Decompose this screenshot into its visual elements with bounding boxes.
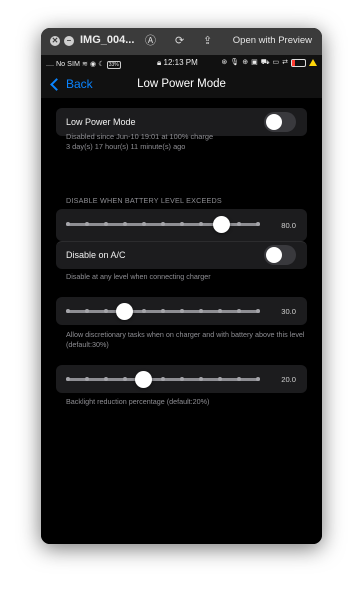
slider-tick bbox=[256, 309, 260, 313]
share-icon[interactable]: ⇪ bbox=[203, 34, 212, 48]
status-icons: ⊛ 🎙︎ ⊕ ▣ ⛟ ▭ ⇄ bbox=[221, 58, 317, 67]
slider-tick bbox=[161, 309, 165, 313]
backlight-slider[interactable] bbox=[66, 371, 260, 388]
car-icon: ⛟ bbox=[260, 59, 270, 66]
minimize-icon[interactable]: – bbox=[64, 36, 74, 46]
battery-level-slider[interactable] bbox=[66, 216, 260, 233]
slider-tick bbox=[237, 309, 241, 313]
navigation-bar: Back Low Power Mode bbox=[41, 72, 322, 98]
hotspot-icon: ◉ bbox=[89, 59, 97, 68]
carrier-text: .... No SIM bbox=[46, 59, 80, 68]
page-title: Low Power Mode bbox=[137, 78, 226, 90]
toggle-knob bbox=[266, 247, 282, 263]
slider-tick bbox=[218, 309, 222, 313]
moon-icon: ☾ bbox=[98, 59, 105, 68]
window-title: IMG_004... bbox=[80, 34, 135, 46]
battery-level-value: 80.0 bbox=[281, 221, 296, 230]
slider-thumb[interactable] bbox=[135, 371, 153, 388]
slider-tick bbox=[237, 377, 241, 381]
slider-thumb[interactable] bbox=[212, 216, 230, 233]
battery-section-header: DISABLE WHEN BATTERY LEVEL EXCEEDS bbox=[66, 196, 222, 205]
discretionary-slider[interactable] bbox=[66, 303, 260, 320]
close-icon[interactable]: ✕ bbox=[50, 36, 60, 46]
battery-icon bbox=[291, 58, 306, 67]
slider-tick bbox=[218, 377, 222, 381]
slider-tick bbox=[123, 377, 127, 381]
disable-on-ac-cell: Disable on A/C bbox=[56, 241, 307, 269]
slider-tick bbox=[85, 377, 89, 381]
slider-tick bbox=[180, 222, 184, 226]
slider-thumb[interactable] bbox=[115, 303, 133, 320]
rotate-icon[interactable]: ⟳ bbox=[175, 34, 184, 48]
slider-tick bbox=[66, 309, 70, 313]
vpn-icon: ▣ bbox=[251, 59, 258, 66]
low-power-detail-line1: Disabled since Jun-10 19:01 at 100% char… bbox=[66, 132, 214, 141]
clock-text: 12:13 PM bbox=[163, 58, 198, 67]
slider-tick bbox=[256, 377, 260, 381]
window-titlebar: ✕ – IMG_004... Ⓐ ⟳ ⇪ Open with Preview bbox=[41, 28, 322, 55]
discretionary-slider-cell: 30.0 bbox=[56, 297, 307, 325]
discretionary-value: 30.0 bbox=[281, 307, 296, 316]
settings-list: Low Power Mode Disabled since Jun-10 19:… bbox=[41, 98, 322, 544]
slider-tick bbox=[237, 222, 241, 226]
low-power-detail-line2: 3 day(s) 17 hour(s) 11 minute(s) ago bbox=[66, 141, 186, 151]
warning-icon bbox=[309, 59, 317, 66]
toggle-knob bbox=[266, 114, 282, 130]
slider-tick bbox=[199, 309, 203, 313]
tv-icon: ▭ bbox=[272, 59, 280, 66]
slider-tick bbox=[180, 309, 184, 313]
clock: 🔒︎ 12:13 PM bbox=[157, 58, 198, 68]
slider-tick bbox=[85, 222, 89, 226]
slider-tick bbox=[104, 309, 108, 313]
slider-tick bbox=[66, 222, 70, 226]
location-icon: ⊛ bbox=[221, 59, 228, 66]
wifi-icon: ≋ bbox=[81, 59, 88, 68]
discretionary-footer: Allow discretionary tasks when on charge… bbox=[66, 330, 305, 349]
preview-window: ✕ – IMG_004... Ⓐ ⟳ ⇪ Open with Preview .… bbox=[41, 28, 322, 544]
slider-tick bbox=[123, 222, 127, 226]
mic-icon: 🎙︎ bbox=[230, 59, 240, 66]
battery-percent-badge: 33% bbox=[106, 61, 121, 69]
markup-icon[interactable]: Ⓐ bbox=[145, 34, 156, 48]
slider-tick bbox=[161, 377, 165, 381]
sync-icon: ⇄ bbox=[282, 59, 288, 66]
slider-tick bbox=[104, 222, 108, 226]
slider-tick bbox=[199, 222, 203, 226]
slider-tick bbox=[142, 309, 146, 313]
low-power-mode-label: Low Power Mode bbox=[66, 117, 136, 127]
orientation-lock-icon: ⊕ bbox=[242, 59, 249, 66]
slider-tick bbox=[161, 222, 165, 226]
slider-tick bbox=[85, 309, 89, 313]
disable-on-ac-toggle[interactable] bbox=[264, 245, 296, 265]
battery-level-slider-cell: 80.0 bbox=[56, 209, 307, 241]
carrier-label: .... No SIM ≋ ◉ ☾ 33% bbox=[46, 59, 121, 69]
open-with-preview-button[interactable]: Open with Preview bbox=[233, 35, 312, 46]
slider-tick bbox=[66, 377, 70, 381]
slider-tick bbox=[199, 377, 203, 381]
slider-tick bbox=[180, 377, 184, 381]
lock-icon: 🔒︎ bbox=[157, 58, 162, 67]
slider-tick bbox=[142, 222, 146, 226]
low-power-mode-detail: Disabled since Jun-10 19:01 at 100% char… bbox=[66, 132, 213, 151]
status-bar: .... No SIM ≋ ◉ ☾ 33% 🔒︎ 12:13 PM ⊛ 🎙︎ ⊕… bbox=[41, 55, 322, 72]
disable-on-ac-label: Disable on A/C bbox=[66, 250, 126, 260]
slider-tick bbox=[104, 377, 108, 381]
disable-on-ac-footer: Disable at any level when connecting cha… bbox=[66, 272, 211, 281]
backlight-slider-cell: 20.0 bbox=[56, 365, 307, 393]
backlight-footer: Backlight reduction percentage (default:… bbox=[66, 397, 210, 406]
low-power-mode-toggle[interactable] bbox=[264, 112, 296, 132]
slider-tick bbox=[256, 222, 260, 226]
backlight-value: 20.0 bbox=[281, 375, 296, 384]
